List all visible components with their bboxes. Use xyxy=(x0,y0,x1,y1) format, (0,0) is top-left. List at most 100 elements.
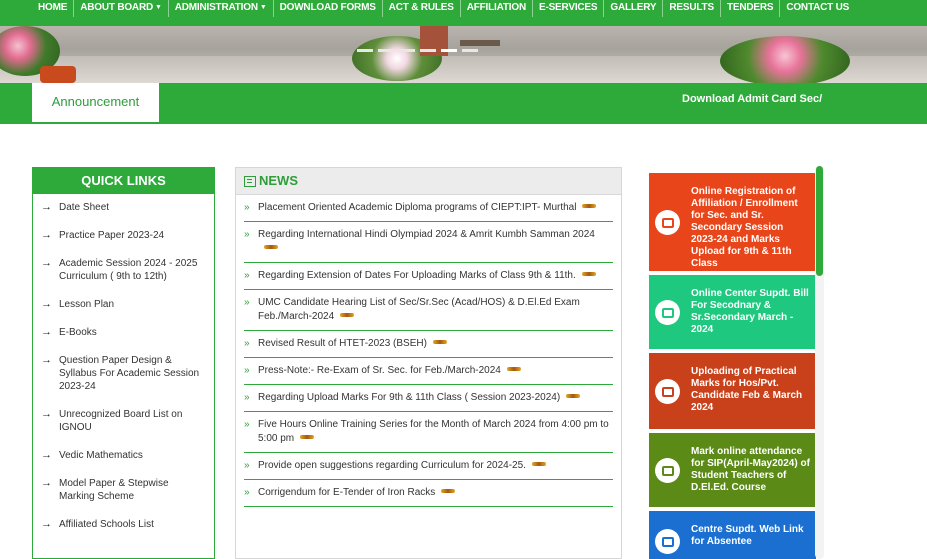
nav-item-tenders[interactable]: TENDERS xyxy=(721,0,781,17)
double-chevron-icon: » xyxy=(244,419,250,430)
news-item-text-wrap: Corrigendum for E-Tender of Iron Racks xyxy=(258,486,613,500)
nav-item-contact-us[interactable]: CONTACT US xyxy=(780,0,855,17)
new-badge-icon xyxy=(566,394,581,398)
nav-item-act-rules[interactable]: ACT & RULES xyxy=(383,0,461,17)
arrow-right-icon: → xyxy=(41,229,52,241)
caret-down-icon: ▼ xyxy=(155,4,162,11)
nav-item-administration[interactable]: ADMINISTRATION ▼ xyxy=(169,0,274,17)
double-chevron-icon: » xyxy=(244,338,250,349)
news-item[interactable]: » Regarding Extension of Dates For Upload… xyxy=(244,263,613,290)
nav-item-results[interactable]: RESULTS xyxy=(663,0,721,17)
menu-icon xyxy=(655,529,680,554)
service-card[interactable]: Centre Supdt. Web Link for Absentee xyxy=(649,511,816,559)
flower-decoration xyxy=(720,36,850,83)
quick-links-panel: QUICK LINKS → Date Sheet → Practice Paper 2… xyxy=(32,167,215,559)
nav-item-about-board[interactable]: ABOUT BOARD ▼ xyxy=(74,0,169,17)
nav-item-label: HOME xyxy=(38,2,68,13)
new-badge-icon xyxy=(441,489,456,493)
news-item-label[interactable]: Press-Note:- Re-Exam of Sr. Sec. for Feb… xyxy=(258,365,501,376)
double-chevron-icon: » xyxy=(244,460,250,471)
news-item-label[interactable]: Placement Oriented Academic Diploma prog… xyxy=(258,202,576,213)
contact-book-icon xyxy=(655,379,680,404)
new-badge-icon xyxy=(340,313,355,317)
nav-item-label: ADMINISTRATION xyxy=(174,2,258,13)
arrow-right-icon: → xyxy=(41,449,52,461)
news-item-label[interactable]: UMC Candidate Hearing List of Sec/Sr.Sec… xyxy=(258,297,580,322)
quick-link-label: Affiliated Schools List xyxy=(59,519,154,530)
quick-link-item[interactable]: → Affiliated Schools List xyxy=(41,518,206,531)
quick-link-item[interactable]: → Date Sheet xyxy=(41,201,206,214)
quick-link-label: Model Paper & Stepwise Marking Scheme xyxy=(59,478,169,502)
news-item[interactable]: » Press-Note:- Re-Exam of Sr. Sec. for Fe… xyxy=(244,358,613,385)
arrow-right-icon: → xyxy=(41,408,52,420)
service-card-label: Uploading of Practical Marks for Hos/Pvt… xyxy=(691,366,803,413)
list-icon xyxy=(655,458,680,483)
nav-item-affiliation[interactable]: AFFILIATION xyxy=(461,0,533,17)
quick-link-item[interactable]: → Vedic Mathematics xyxy=(41,449,206,462)
news-item-text-wrap: UMC Candidate Hearing List of Sec/Sr.Sec… xyxy=(258,296,613,324)
news-item[interactable]: » UMC Candidate Hearing List of Sec/Sr.Se… xyxy=(244,290,613,331)
scrollbar-thumb[interactable] xyxy=(816,166,823,276)
news-item-text-wrap: Provide open suggestions regarding Curri… xyxy=(258,459,613,473)
service-card[interactable]: Online Registration of Affiliation / Enr… xyxy=(649,173,816,271)
news-item-label[interactable]: Revised Result of HTET-2023 (BSEH) xyxy=(258,338,427,349)
flower-pot xyxy=(40,66,76,83)
nav-item-label: DOWNLOAD FORMS xyxy=(279,2,376,13)
nav-item-e-services[interactable]: E-SERVICES xyxy=(533,0,605,17)
news-item-label[interactable]: Five Hours Online Training Series for th… xyxy=(258,419,609,444)
news-item-label[interactable]: Provide open suggestions regarding Curri… xyxy=(258,460,526,471)
cards-scrollbar[interactable] xyxy=(815,166,824,559)
news-item[interactable]: » Revised Result of HTET-2023 (BSEH) xyxy=(244,331,613,358)
news-item-label[interactable]: Corrigendum for E-Tender of Iron Racks xyxy=(258,487,435,498)
arrow-right-icon: → xyxy=(41,477,52,489)
arrow-right-icon: → xyxy=(41,354,52,366)
arrow-right-icon: → xyxy=(41,518,52,530)
quick-link-item[interactable]: → Academic Session 2024 - 2025 Curriculum… xyxy=(41,257,206,283)
quick-link-label: Question Paper Design & Syllabus For Aca… xyxy=(59,355,200,392)
nav-item-label: TENDERS xyxy=(726,2,774,13)
nav-item-label: AFFILIATION xyxy=(466,2,526,13)
news-item-text-wrap: Regarding Upload Marks For 9th & 11th Cl… xyxy=(258,391,613,405)
nav-item-home[interactable]: HOME xyxy=(32,0,75,17)
slider-indicator[interactable] xyxy=(357,49,478,52)
quick-link-item[interactable]: → Lesson Plan xyxy=(41,298,206,311)
service-card[interactable]: Mark online attendance for SIP(April-May… xyxy=(649,433,816,507)
announcement-tab[interactable]: Announcement xyxy=(32,83,159,122)
nav-item-label: GALLERY xyxy=(610,2,657,13)
newspaper-icon xyxy=(244,175,256,187)
arrow-right-icon: → xyxy=(41,298,52,310)
news-item[interactable]: » Placement Oriented Academic Diploma pro… xyxy=(244,195,613,222)
announcement-marquee[interactable]: Download Admit Card Sec/Sr.Sec xyxy=(682,93,822,105)
new-badge-icon xyxy=(432,340,447,344)
services-cards: Online Registration of Affiliation / Enr… xyxy=(649,173,816,559)
quick-link-item[interactable]: → E-Books xyxy=(41,326,206,339)
arrow-right-icon: → xyxy=(41,326,52,338)
nav-item-gallery[interactable]: GALLERY xyxy=(604,0,664,17)
news-item-label[interactable]: Regarding Extension of Dates For Uploadi… xyxy=(258,270,576,281)
quick-link-label: Date Sheet xyxy=(59,202,110,213)
news-item[interactable]: » Regarding International Hindi Olympiad … xyxy=(244,222,613,263)
service-card[interactable]: Uploading of Practical Marks for Hos/Pvt… xyxy=(649,353,816,429)
nav-item-label: E-SERVICES xyxy=(538,2,598,13)
quick-link-item[interactable]: → Question Paper Design & Syllabus For Ac… xyxy=(41,354,206,393)
nav-item-download-forms[interactable]: DOWNLOAD FORMS xyxy=(274,0,383,17)
quick-links-title: QUICK LINKS xyxy=(33,167,214,194)
quick-link-label: E-Books xyxy=(59,327,97,338)
news-item[interactable]: » Corrigendum for E-Tender of Iron Racks xyxy=(244,480,613,507)
service-card[interactable]: Online Center Supdt. Bill For Secodnary … xyxy=(649,275,816,349)
news-item[interactable]: » Provide open suggestions regarding Curr… xyxy=(244,453,613,480)
news-item-text-wrap: Regarding Extension of Dates For Uploadi… xyxy=(258,269,613,283)
quick-link-item[interactable]: → Practice Paper 2023-24 xyxy=(41,229,206,242)
new-badge-icon xyxy=(264,245,278,249)
service-card-label: Mark online attendance for SIP(April-May… xyxy=(691,446,810,493)
quick-link-item[interactable]: → Unrecognized Board List on IGNOU xyxy=(41,408,206,434)
news-list: » Placement Oriented Academic Diploma pro… xyxy=(236,195,621,507)
quick-link-item[interactable]: → Model Paper & Stepwise Marking Scheme xyxy=(41,477,206,503)
news-item-label[interactable]: Regarding Upload Marks For 9th & 11th Cl… xyxy=(258,392,560,403)
double-chevron-icon: » xyxy=(244,270,250,281)
news-item[interactable]: » Regarding Upload Marks For 9th & 11th C… xyxy=(244,385,613,412)
news-item-label[interactable]: Regarding International Hindi Olympiad 2… xyxy=(258,229,595,240)
quick-link-label: Practice Paper 2023-24 xyxy=(59,230,165,241)
nav-item-label: ACT & RULES xyxy=(388,2,454,13)
news-item[interactable]: » Five Hours Online Training Series for t… xyxy=(244,412,613,453)
